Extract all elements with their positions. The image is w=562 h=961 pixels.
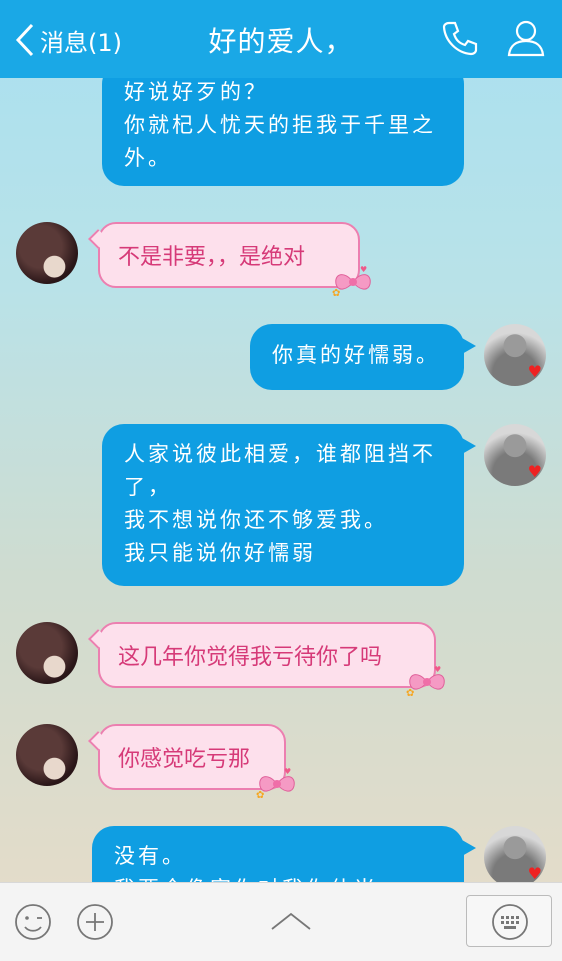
keyboard-icon	[492, 904, 528, 940]
svg-text:♥: ♥	[284, 767, 291, 776]
svg-text:♥: ♥	[360, 265, 367, 274]
bubble-tail	[462, 840, 476, 856]
person-icon[interactable]	[506, 18, 546, 58]
bow-sticker-icon: ✿ ♥	[406, 665, 445, 698]
chevron-up-icon[interactable]	[270, 911, 312, 935]
svg-text:♥: ♥	[434, 665, 441, 674]
keyboard-toggle-button[interactable]	[466, 895, 552, 947]
svg-text:✿: ✿	[256, 790, 264, 800]
message-bubble-sent[interactable]: 好说好歹的？ 你就杞人忧天的拒我于千里之 外。	[102, 78, 464, 186]
svg-text:✿: ✿	[406, 688, 414, 698]
message-line: 我要全像家你对我你什当	[114, 873, 444, 882]
heart-icon: ♥	[527, 864, 542, 882]
svg-text:✿: ✿	[332, 288, 340, 298]
message-line: 我只能说你好懦弱	[124, 541, 316, 565]
plus-icon[interactable]	[76, 903, 114, 945]
contact-avatar[interactable]	[16, 222, 78, 284]
heart-icon: ♥	[527, 462, 542, 481]
contact-avatar[interactable]	[16, 622, 78, 684]
message-text: 不是非要，，是绝对	[118, 245, 306, 270]
bow-sticker-icon: ✿ ♥	[332, 265, 371, 298]
contact-avatar[interactable]	[16, 724, 78, 786]
chat-header: 消息(1) 好的爱人，	[0, 0, 562, 78]
message-line: 你就杞人忧天的拒我于千里之	[124, 113, 436, 137]
message-line: 没有。	[114, 844, 186, 868]
message-line: 好说好歹的？	[124, 80, 268, 104]
message-bubble-sent[interactable]: 没有。 我要全像家你对我你什当	[92, 826, 476, 882]
bubble-tail	[462, 338, 476, 354]
bubble-tail	[88, 731, 108, 751]
phone-icon[interactable]	[440, 18, 480, 58]
bubble-tail	[462, 438, 476, 454]
message-text: 这几年你觉得我亏待你了吗	[118, 645, 383, 670]
message-bubble-sent[interactable]: 人家说彼此相爱，谁都阻挡不 了， 我不想说你还不够爱我。 我只能说你好懦弱	[102, 424, 476, 586]
heart-icon: ♥	[527, 362, 542, 381]
message-line: 了，	[124, 475, 172, 499]
message-text: 你感觉吃亏那	[118, 747, 251, 772]
message-list[interactable]: 好说好歹的？ 你就杞人忧天的拒我于千里之 外。 不是非要，，是绝对 ✿ ♥ 你真…	[0, 78, 562, 882]
message-line: 你真的好懦弱。	[272, 343, 440, 367]
my-avatar[interactable]: ♥	[484, 424, 546, 486]
bubble-tail	[88, 629, 108, 649]
smiley-icon[interactable]	[14, 903, 52, 945]
message-line: 人家说彼此相爱，谁都阻挡不	[124, 442, 436, 466]
message-bubble-sent[interactable]: 你真的好懦弱。	[250, 324, 476, 390]
my-avatar[interactable]: ♥	[484, 826, 546, 882]
bubble-tail	[88, 229, 108, 249]
bow-sticker-icon: ✿ ♥	[256, 767, 295, 800]
message-bubble-received[interactable]: 不是非要，，是绝对	[88, 222, 360, 288]
message-bubble-received[interactable]: 这几年你觉得我亏待你了吗	[88, 622, 436, 688]
my-avatar[interactable]: ♥	[484, 324, 546, 386]
message-line: 外。	[124, 146, 172, 170]
input-toolbar	[0, 882, 562, 961]
message-line: 我不想说你还不够爱我。	[124, 508, 388, 532]
